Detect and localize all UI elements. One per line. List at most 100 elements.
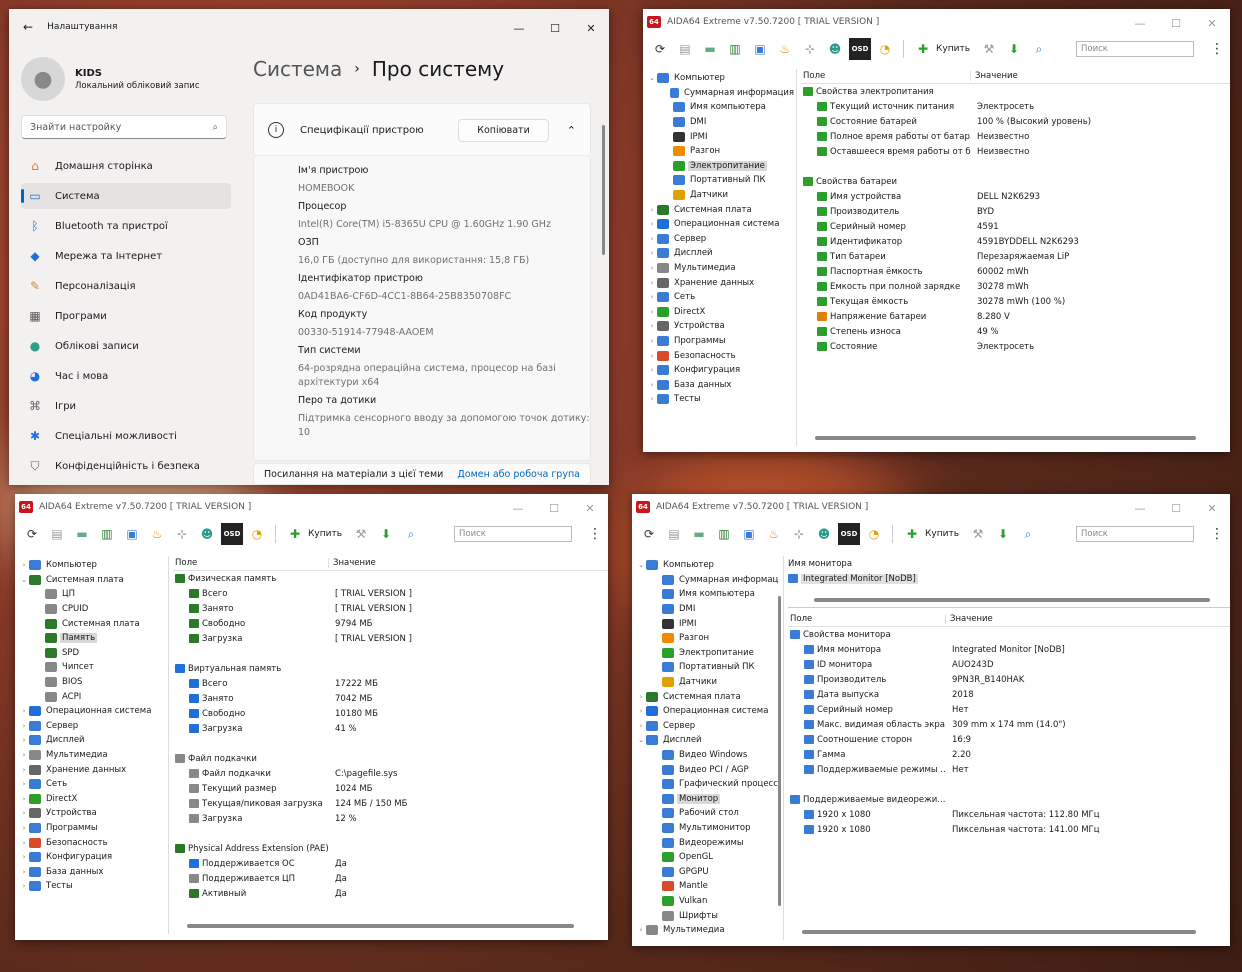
search-input[interactable]: Поиск — [1076, 41, 1194, 57]
nav-item-wifi[interactable]: ◆ Мережа та Інтернет — [21, 243, 231, 269]
domain-workgroup-link[interactable]: Домен або робоча група — [457, 469, 580, 480]
nav-item-shield[interactable]: ⛉ Конфіденційність і безпека — [21, 453, 231, 479]
chevron-right-icon[interactable]: › — [647, 235, 657, 243]
chip-icon[interactable]: ⊹ — [788, 523, 810, 545]
device-specs-header[interactable]: i Специфікації пристрою Копіювати ⌃ — [253, 103, 591, 155]
tree-node[interactable]: › Операционная система — [632, 704, 783, 719]
buy-button[interactable]: ✚ Купить — [284, 523, 342, 545]
list-scrollbar[interactable] — [814, 598, 1210, 602]
chevron-right-icon[interactable]: › — [647, 293, 657, 301]
report-icon[interactable]: ▤ — [663, 523, 685, 545]
tree-node[interactable]: Память — [15, 631, 168, 646]
tools-icon[interactable]: ⚒ — [978, 38, 1000, 60]
grid-row[interactable]: Макс. видимая область экра... 309 mm x 17… — [788, 717, 1230, 732]
tree-node[interactable]: Портативный ПК — [643, 173, 796, 188]
report-icon[interactable]: ▤ — [674, 38, 696, 60]
tree-node[interactable]: Видео PCI / AGP — [632, 762, 783, 777]
gauge-icon[interactable]: ◔ — [246, 523, 268, 545]
chevron-right-icon[interactable]: › — [647, 308, 657, 316]
tree-node[interactable]: ⌄ Компьютер — [632, 558, 783, 573]
network-icon[interactable]: ▣ — [738, 523, 760, 545]
grid-row[interactable]: Полное время работы от батар... Неизвестн… — [801, 129, 1230, 144]
column-header[interactable]: Имя монитора — [788, 559, 852, 569]
tree-node[interactable]: GPGPU — [632, 864, 783, 879]
grid-row[interactable]: Поддерживается ОС Да — [173, 856, 608, 871]
search-input[interactable]: Поиск — [1076, 526, 1194, 542]
chevron-right-icon[interactable]: › — [19, 824, 29, 832]
grid-row[interactable]: Серийный номер Нет — [788, 702, 1230, 717]
chevron-right-icon[interactable]: › — [647, 352, 657, 360]
tree-node[interactable]: Суммарная информац — [632, 573, 783, 588]
tree-node[interactable]: › Системная плата — [632, 689, 783, 704]
tree-node[interactable]: › Операционная система — [643, 217, 796, 232]
chevron-right-icon[interactable]: › — [647, 395, 657, 403]
chevron-up-icon[interactable]: ⌃ — [567, 124, 576, 137]
magnifier-icon[interactable]: ⌕ — [1017, 523, 1039, 545]
tree-node[interactable]: OpenGL — [632, 850, 783, 865]
grid-row[interactable]: Паспортная ёмкость 60002 mWh — [801, 264, 1230, 279]
grid-row[interactable]: Всего [ TRIAL VERSION ] — [173, 586, 608, 601]
chevron-right-icon[interactable]: › — [19, 780, 29, 788]
tree-node[interactable]: Разгон — [632, 631, 783, 646]
magnifier-icon[interactable]: ⌕ — [400, 523, 422, 545]
grid-row[interactable]: Текущая ёмкость 30278 mWh (100 %) — [801, 294, 1230, 309]
tree-node[interactable]: BIOS — [15, 675, 168, 690]
grid-row[interactable]: Производитель BYD — [801, 204, 1230, 219]
tree-node[interactable]: Датчики — [632, 675, 783, 690]
chip-icon[interactable]: ⊹ — [799, 38, 821, 60]
grid-row[interactable]: Поддерживается ЦП Да — [173, 871, 608, 886]
flame-icon[interactable]: ♨ — [146, 523, 168, 545]
chevron-right-icon[interactable]: › — [636, 722, 646, 730]
tree-node[interactable]: Видеорежимы — [632, 835, 783, 850]
spec-value[interactable]: HOMEBOOK — [298, 182, 590, 196]
grid-section-header[interactable]: Свойства монитора — [788, 627, 1230, 642]
tree-node[interactable]: › Устройства — [15, 806, 168, 821]
nav-item-accessibility[interactable]: ✱ Спеціальні можливості — [21, 423, 231, 449]
chevron-right-icon[interactable]: › — [19, 868, 29, 876]
spec-value[interactable]: Підтримка сенсорного вводу за допомогою … — [298, 412, 590, 440]
monitor-list-item[interactable]: Integrated Monitor [NoDB] — [788, 571, 1230, 586]
nav-item-account[interactable]: ● Облікові записи — [21, 333, 231, 359]
spec-value[interactable]: 16,0 ГБ (доступно для використання: 15,8… — [298, 254, 590, 268]
grid-row[interactable]: 1920 x 1080 Пиксельная частота: 112.80 МГ… — [788, 807, 1230, 822]
maximize-icon[interactable]: ☐ — [1158, 10, 1194, 36]
close-icon[interactable]: ✕ — [1194, 10, 1230, 36]
grid-row[interactable]: Текущий источник питания Электросеть — [801, 99, 1230, 114]
flame-icon[interactable]: ♨ — [763, 523, 785, 545]
tree-node[interactable]: ⌄ Системная плата — [15, 573, 168, 588]
tree-node[interactable]: Мультимонитор — [632, 821, 783, 836]
scrollbar[interactable] — [602, 125, 605, 255]
tree-node[interactable]: › Сервер — [643, 232, 796, 247]
tree-node[interactable]: › DirectX — [15, 792, 168, 807]
tree-node[interactable]: › Сервер — [15, 719, 168, 734]
tree-node[interactable]: › Дисплей — [643, 246, 796, 261]
maximize-icon[interactable]: ☐ — [537, 15, 573, 41]
nav-item-apps[interactable]: ▦ Програми — [21, 303, 231, 329]
tree-node[interactable]: Электропитание — [632, 646, 783, 661]
search-input[interactable]: Поиск — [454, 526, 572, 542]
nav-item-brush[interactable]: ✎ Персоналізація — [21, 273, 231, 299]
chevron-right-icon[interactable]: › — [636, 926, 646, 934]
grid-section-header[interactable]: Свойства батареи — [801, 174, 1230, 189]
chevron-right-icon[interactable]: › — [647, 279, 657, 287]
minimize-icon[interactable]: — — [500, 495, 536, 521]
chevron-right-icon[interactable]: › — [19, 707, 29, 715]
column-header-value[interactable]: Значение — [971, 71, 1018, 81]
gauge-icon[interactable]: ◔ — [874, 38, 896, 60]
tree-node[interactable]: ⌄ Компьютер — [643, 71, 796, 86]
chevron-right-icon[interactable]: › — [647, 381, 657, 389]
grid-row[interactable]: Занято [ TRIAL VERSION ] — [173, 601, 608, 616]
chevron-right-icon[interactable]: › — [19, 882, 29, 890]
tree-node[interactable]: IPMI — [643, 129, 796, 144]
more-options-icon[interactable]: ⋮ — [1210, 526, 1224, 542]
chevron-right-icon[interactable]: › — [647, 366, 657, 374]
grid-row[interactable]: Загрузка [ TRIAL VERSION ] — [173, 631, 608, 646]
tree-node[interactable]: › Конфигурация — [15, 850, 168, 865]
tools-icon[interactable]: ⚒ — [350, 523, 372, 545]
chevron-right-icon[interactable]: › — [19, 853, 29, 861]
chevron-right-icon[interactable]: › — [19, 809, 29, 817]
tree-node[interactable]: Графический процесс — [632, 777, 783, 792]
grid-row[interactable]: Свободно 10180 МБ — [173, 706, 608, 721]
tree-node[interactable]: SPD — [15, 646, 168, 661]
grid-row[interactable]: Всего 17222 МБ — [173, 676, 608, 691]
